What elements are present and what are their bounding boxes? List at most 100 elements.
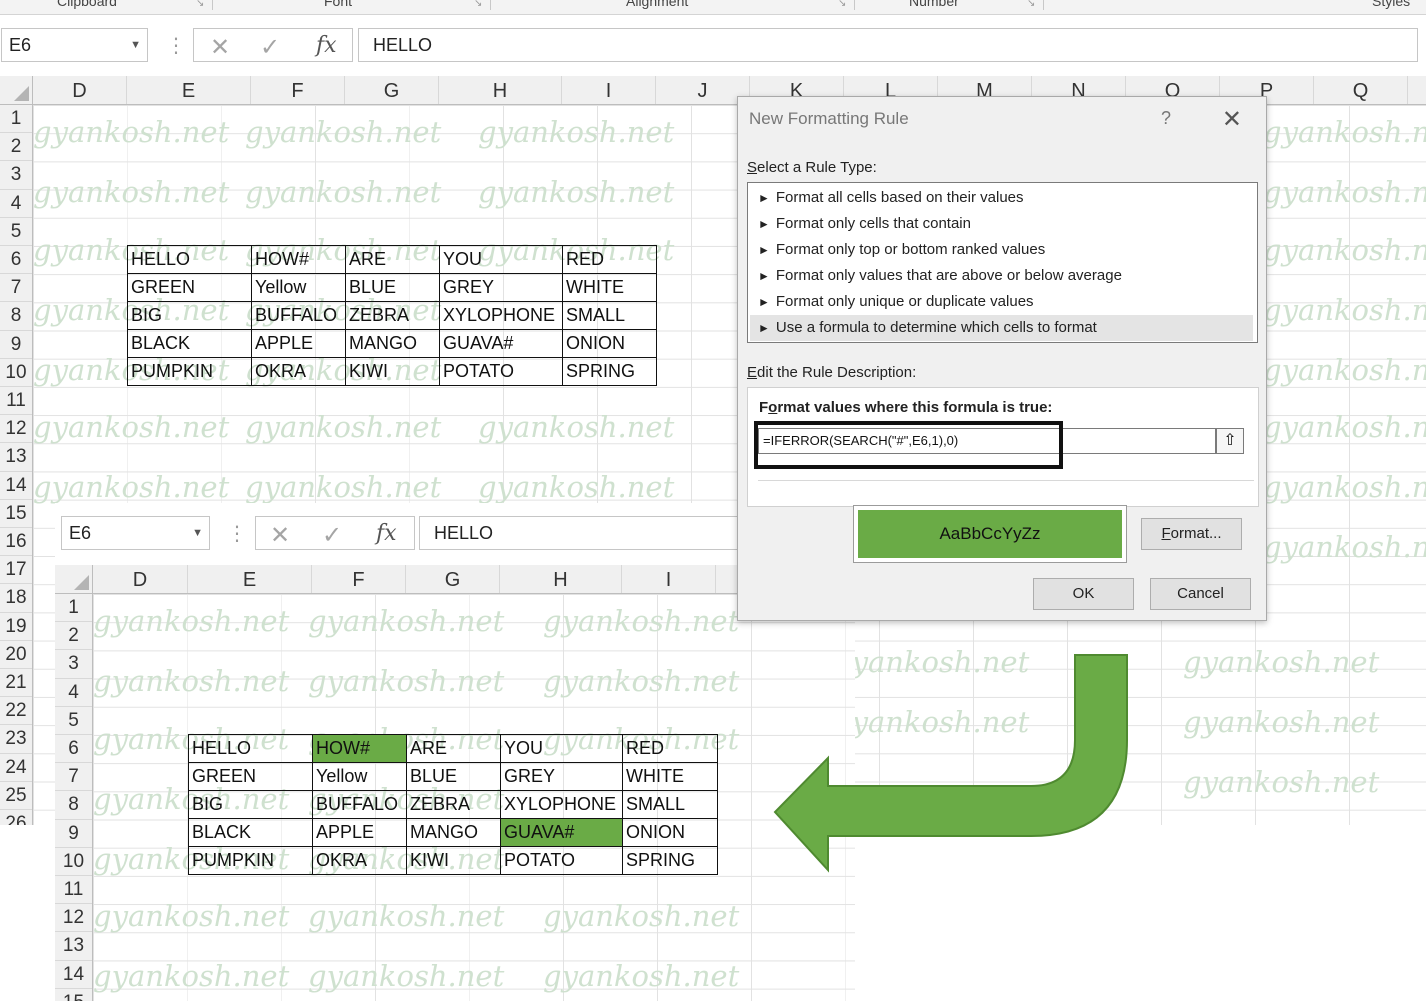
table-cell[interactable]: BIG (127, 301, 252, 330)
row-header[interactable]: 8 (55, 791, 92, 820)
column-header[interactable]: D (93, 565, 188, 593)
select-all-corner[interactable] (55, 565, 93, 594)
table-cell[interactable]: PUMPKIN (127, 357, 252, 386)
dialog-launcher-icon[interactable]: ↘ (196, 0, 204, 9)
table-cell[interactable]: HELLO (188, 734, 313, 763)
table-cell[interactable]: BLUE (345, 273, 440, 302)
row-header[interactable]: 3 (55, 650, 92, 679)
row-header[interactable]: 12 (0, 415, 32, 444)
table-cell[interactable]: RED (562, 245, 657, 274)
table-cell[interactable]: HOW# (251, 245, 346, 274)
table-cell[interactable]: SMALL (622, 790, 718, 819)
column-header[interactable]: I (562, 76, 656, 104)
column-header[interactable]: D (33, 76, 127, 104)
table-cell[interactable]: BUFFALO (251, 301, 346, 330)
row-header[interactable]: 21 (0, 669, 32, 698)
table-cell[interactable]: SMALL (562, 301, 657, 330)
row-header[interactable]: 24 (0, 754, 32, 782)
select-all-corner[interactable] (0, 76, 33, 105)
row-header[interactable]: 13 (55, 932, 92, 961)
table-cell[interactable]: PUMPKIN (188, 846, 313, 875)
column-header[interactable]: E (127, 76, 251, 104)
table-cell[interactable]: ARE (406, 734, 501, 763)
row-header[interactable]: 4 (55, 679, 92, 707)
table-cell[interactable]: BIG (188, 790, 313, 819)
chevron-down-icon[interactable]: ▼ (192, 517, 203, 549)
insert-function-icon[interactable]: fx (376, 521, 397, 546)
cancel-button[interactable]: Cancel (1150, 578, 1251, 610)
row-header[interactable]: 1 (0, 105, 32, 134)
row-header[interactable]: 14 (55, 961, 92, 989)
rule-type-item[interactable]: ► Format only values that are above or be… (750, 263, 1253, 289)
column-header[interactable]: G (345, 76, 439, 104)
row-header[interactable]: 2 (0, 133, 32, 162)
table-cell[interactable]: BLACK (127, 329, 252, 358)
table-cell[interactable]: KIWI (406, 846, 501, 875)
row-header[interactable]: 26 (0, 810, 32, 825)
table-cell[interactable]: MANGO (345, 329, 440, 358)
table-cell[interactable]: XYLOPHONE (439, 301, 563, 330)
table-cell[interactable]: ARE (345, 245, 440, 274)
table-cell[interactable]: GREY (439, 273, 563, 302)
dialog-launcher-icon[interactable]: ↘ (1027, 0, 1035, 9)
formula-input[interactable]: HELLO (358, 28, 1418, 62)
rule-type-item[interactable]: ► Format only unique or duplicate values (750, 289, 1253, 315)
row-header[interactable]: 6 (0, 246, 32, 275)
row-header[interactable]: 13 (0, 443, 32, 472)
name-box[interactable]: E6 ▼ (61, 516, 210, 550)
column-header[interactable]: F (251, 76, 345, 104)
name-box[interactable]: E6 ▼ (1, 28, 148, 62)
column-header[interactable]: H (500, 565, 622, 593)
table-cell[interactable]: YOU (439, 245, 563, 274)
highlighted-cell[interactable]: HOW# (312, 734, 407, 763)
table-cell[interactable]: BLACK (188, 818, 313, 847)
table-cell[interactable]: WHITE (562, 273, 657, 302)
column-header[interactable]: J (656, 76, 750, 104)
table-cell[interactable]: GREY (500, 762, 623, 791)
row-header[interactable]: 12 (55, 904, 92, 933)
highlighted-cell[interactable]: GUAVA# (500, 818, 623, 847)
row-header[interactable]: 18 (0, 584, 32, 613)
dialog-launcher-icon[interactable]: ↘ (838, 0, 846, 9)
table-cell[interactable]: ZEBRA (345, 301, 440, 330)
insert-function-icon[interactable]: fx (316, 33, 337, 58)
column-header[interactable]: H (439, 76, 562, 104)
table-cell[interactable]: OKRA (312, 846, 407, 875)
rule-type-item[interactable]: ► Format only top or bottom ranked values (750, 237, 1253, 263)
row-header[interactable]: 15 (55, 989, 92, 1001)
row-header[interactable]: 7 (55, 763, 92, 792)
dialog-launcher-icon[interactable]: ↘ (474, 0, 482, 9)
ok-button[interactable]: OK (1033, 578, 1134, 610)
cancel-entry-icon[interactable]: ✕ (270, 521, 290, 550)
table-cell[interactable]: ONION (562, 329, 657, 358)
table-cell[interactable]: ONION (622, 818, 718, 847)
table-cell[interactable]: KIWI (345, 357, 440, 386)
row-header[interactable]: 1 (55, 594, 92, 623)
row-header[interactable]: 7 (0, 274, 32, 303)
column-header[interactable]: F (312, 565, 406, 593)
collapse-dialog-icon[interactable]: ⇧ (1216, 428, 1244, 454)
chevron-down-icon[interactable]: ▼ (130, 29, 141, 61)
row-header[interactable]: 6 (55, 735, 92, 764)
table-cell[interactable]: GREEN (127, 273, 252, 302)
table-cell[interactable]: BLUE (406, 762, 501, 791)
row-header[interactable]: 23 (0, 725, 32, 754)
column-header[interactable]: G (406, 565, 500, 593)
row-header[interactable]: 2 (55, 622, 92, 651)
table-cell[interactable]: MANGO (406, 818, 501, 847)
table-cell[interactable]: POTATO (439, 357, 563, 386)
table-cell[interactable]: GUAVA# (439, 329, 563, 358)
table-cell[interactable]: APPLE (312, 818, 407, 847)
table-cell[interactable]: Yellow (251, 273, 346, 302)
table-cell[interactable]: Yellow (312, 762, 407, 791)
row-header[interactable]: 3 (0, 161, 32, 190)
row-header[interactable]: 11 (55, 876, 92, 905)
column-header[interactable]: I (622, 565, 716, 593)
row-header[interactable]: 8 (0, 302, 32, 331)
row-header[interactable]: 25 (0, 782, 32, 810)
column-header[interactable]: Q (1314, 76, 1408, 104)
table-cell[interactable]: YOU (500, 734, 623, 763)
row-header[interactable]: 22 (0, 697, 32, 726)
row-header[interactable]: 10 (0, 359, 32, 387)
table-cell[interactable]: OKRA (251, 357, 346, 386)
